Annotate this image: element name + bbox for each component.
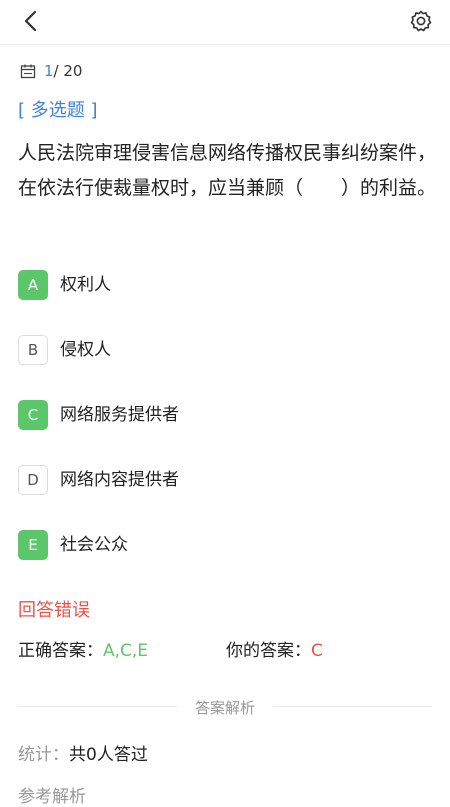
correct-answer-value: A,C,E <box>103 641 149 661</box>
calendar-icon <box>20 64 36 79</box>
option-letter: B <box>18 335 48 365</box>
answer-stats: 统计：共0人答过 <box>18 740 148 765</box>
option-text: 权利人 <box>60 274 111 295</box>
option-b[interactable]: B 侵权人 <box>18 333 111 367</box>
gear-icon <box>410 10 432 32</box>
your-answer: 你的答案：C <box>226 636 323 661</box>
answer-summary: 正确答案：A,C,E 你的答案：C <box>18 636 438 661</box>
option-text: 网络服务提供者 <box>60 404 179 425</box>
back-button[interactable] <box>14 4 48 38</box>
option-letter: E <box>18 530 48 560</box>
option-a[interactable]: A 权利人 <box>18 268 111 302</box>
current-question-number: 1 <box>44 62 54 80</box>
option-d[interactable]: D 网络内容提供者 <box>18 463 179 497</box>
settings-button[interactable] <box>404 4 438 38</box>
stats-label: 统计： <box>18 745 69 765</box>
option-text: 社会公众 <box>60 534 128 555</box>
option-text: 网络内容提供者 <box>60 469 179 490</box>
option-e[interactable]: E 社会公众 <box>18 528 128 562</box>
question-counter: 1 / 20 <box>20 60 82 82</box>
your-answer-value: C <box>311 641 323 661</box>
analysis-heading-text: 答案解析 <box>176 699 273 717</box>
question-type-label: [ 多选题 ] <box>18 100 98 121</box>
top-bar <box>0 0 450 45</box>
question-text: 人民法院审理侵害信息网络传播权民事纠纷案件，在依法行使裁量权时，应当兼顾（ ）的… <box>18 142 437 199</box>
stats-value: 共0人答过 <box>69 745 148 765</box>
reference-analysis-label: 参考解析 <box>18 787 86 807</box>
analysis-heading: 答案解析 <box>0 697 450 718</box>
option-text: 侵权人 <box>60 339 111 360</box>
option-c[interactable]: C 网络服务提供者 <box>18 398 179 432</box>
option-letter: A <box>18 270 48 300</box>
answer-result-status: 回答错误 <box>18 600 90 621</box>
option-letter: D <box>18 465 48 495</box>
total-questions: / 20 <box>53 62 83 80</box>
correct-answer-label: 正确答案： <box>18 641 103 661</box>
chevron-left-icon <box>24 10 37 32</box>
your-answer-label: 你的答案： <box>226 641 311 661</box>
option-letter: C <box>18 400 48 430</box>
